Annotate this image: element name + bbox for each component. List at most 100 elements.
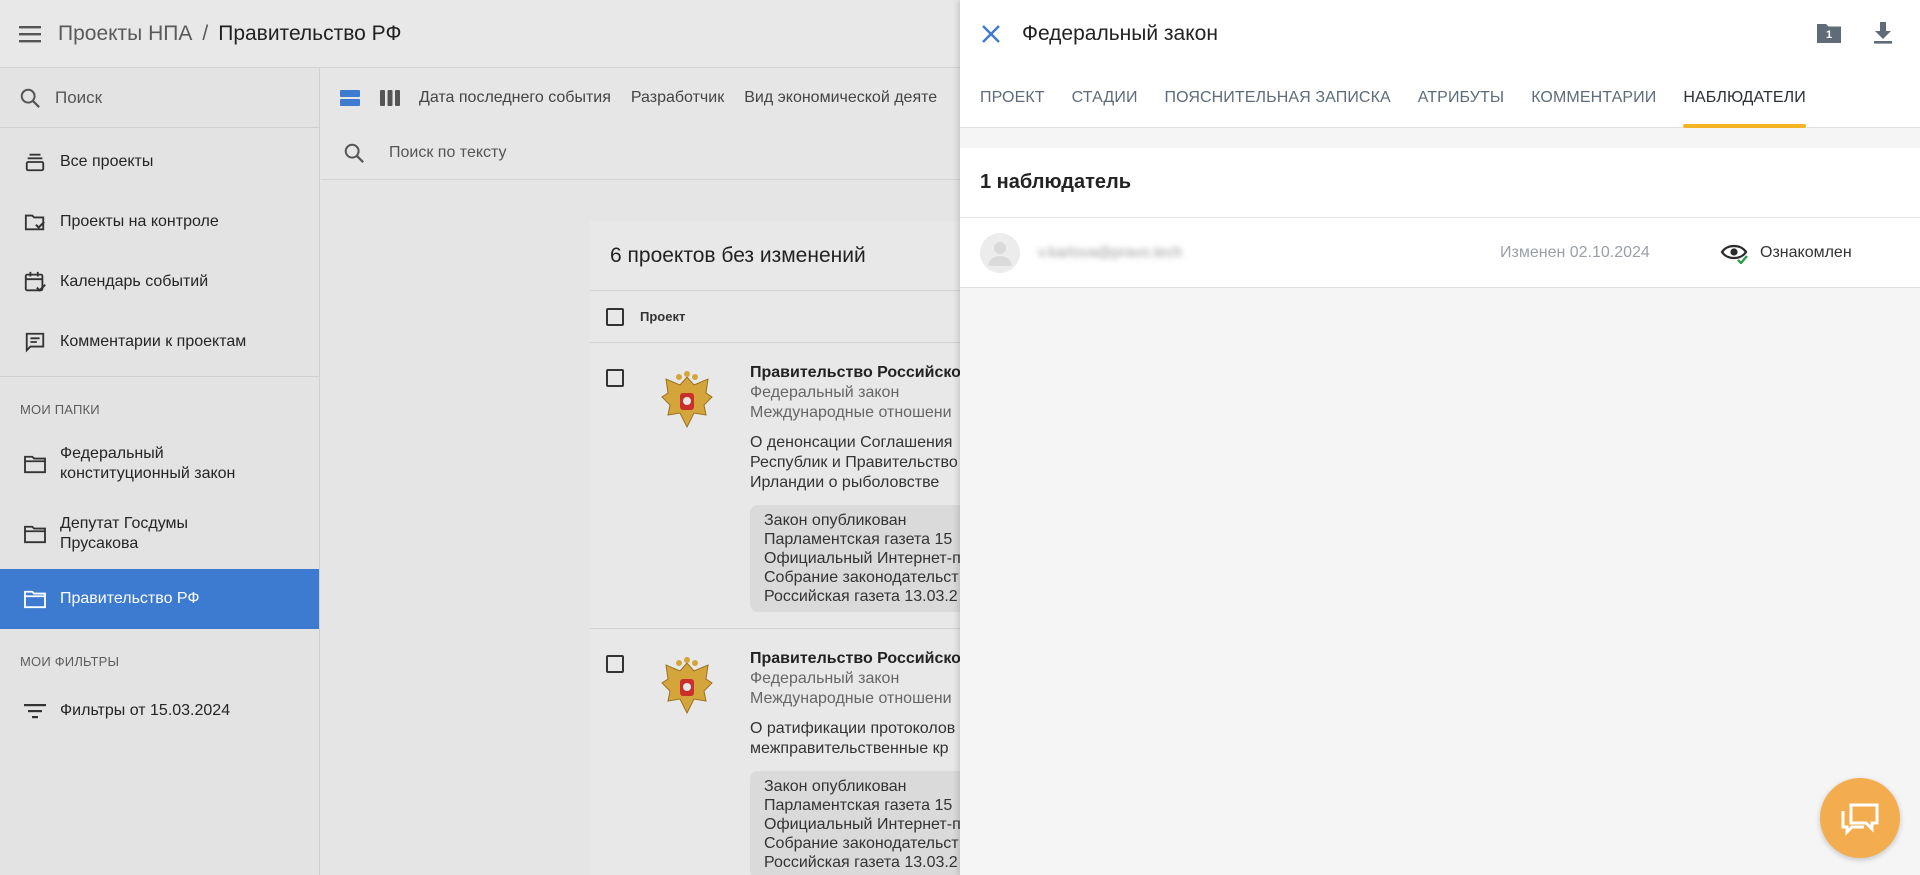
sidebar-item-calendar[interactable]: Календарь событий <box>0 252 319 312</box>
tab-stages[interactable]: СТАДИИ <box>1072 68 1138 128</box>
sidebar-item-label: Все проекты <box>60 153 154 170</box>
sidebar-item-all-projects[interactable]: Все проекты <box>0 132 319 192</box>
sidebar-item-comments[interactable]: Комментарии к проектам <box>0 312 319 372</box>
sidebar-folder-government[interactable]: Правительство РФ <box>0 569 319 629</box>
breadcrumb-current: Правительство РФ <box>218 21 402 45</box>
event-line: Закон опубликован <box>764 778 907 795</box>
event-line: Парламентская газета 15 <box>764 531 953 548</box>
sidebar-item-label: Комментарии к проектам <box>60 333 247 350</box>
description-line: межправительственные кр <box>750 740 949 757</box>
avatar <box>980 232 1020 273</box>
list-heading: 6 проектов без изменений <box>590 221 960 291</box>
select-all-checkbox[interactable] <box>606 307 624 326</box>
breadcrumb-root-link[interactable]: Проекты НПА <box>58 22 192 46</box>
text-search[interactable]: Поиск по тексту <box>321 128 960 178</box>
comment-icon <box>22 329 48 355</box>
text-search-input[interactable]: Поиск по тексту <box>389 144 507 162</box>
sidebar-folder-deputy[interactable]: Депутат Госдумы Прусакова <box>0 499 319 569</box>
filter-economic-activity[interactable]: Вид экономической деяте <box>744 89 937 107</box>
sidebar: Поиск Все проекты Проекты на контроле Ка… <box>0 68 320 875</box>
close-icon[interactable] <box>978 21 1004 47</box>
folders-section-title: МОИ ПАПКИ <box>20 402 100 417</box>
project-detail-panel: Федеральный закон 1 ПРОЕКТ СТАДИИ ПОЯСНИ… <box>960 0 1920 875</box>
download-icon[interactable] <box>1868 18 1898 48</box>
column-project-label: Проект <box>640 309 686 324</box>
filter-icon <box>22 698 48 724</box>
sidebar-folder-fkz[interactable]: Федеральный конституционный закон <box>0 429 319 499</box>
list-view-icon[interactable] <box>339 87 361 109</box>
sidebar-folder-label: Федеральный конституционный закон <box>60 445 236 482</box>
observers-heading: 1 наблюдатель <box>960 148 1920 218</box>
folder-icon <box>22 586 48 612</box>
hamburger-menu-icon[interactable] <box>18 22 42 46</box>
project-checkbox[interactable] <box>606 655 624 673</box>
project-info: Правительство Российской Федеральный зак… <box>750 363 960 612</box>
coat-of-arms-icon <box>661 371 713 429</box>
sidebar-item-label: Проекты на контроле <box>60 213 219 230</box>
event-line: Официальный Интернет-п <box>764 816 960 833</box>
project-events: Закон опубликован Парламентская газета 1… <box>750 505 960 612</box>
sidebar-folder-label: Правительство РФ <box>60 590 200 607</box>
folder-icon <box>22 521 48 547</box>
folder-badge-count: 1 <box>1826 29 1832 41</box>
list-column-header: Проект <box>590 291 960 343</box>
event-line: Закон опубликован <box>764 512 907 529</box>
filter-last-event-date[interactable]: Дата последнего события <box>419 89 611 107</box>
sidebar-item-monitored[interactable]: Проекты на контроле <box>0 192 319 252</box>
project-info: Правительство Российской Федеральный зак… <box>750 649 960 875</box>
project-row[interactable]: Правительство Российской Федеральный зак… <box>590 343 960 629</box>
sidebar-filter-label: Фильтры от 15.03.2024 <box>60 702 231 719</box>
columns-view-icon[interactable] <box>379 87 401 109</box>
observer-email: v.karlova@pravo.tech <box>1038 244 1183 261</box>
panel-title: Федеральный закон <box>1022 22 1218 45</box>
event-line: Российская газета 13.03.2 <box>764 588 958 605</box>
project-type: Федеральный закон <box>750 670 900 687</box>
sidebar-search-input[interactable]: Поиск <box>55 88 102 108</box>
description-line: Республик и Правительство <box>750 454 958 471</box>
project-category: Международные отношени <box>750 404 952 421</box>
breadcrumb: Проекты НПА / Правительство РФ <box>58 22 401 46</box>
tab-attributes[interactable]: АТРИБУТЫ <box>1418 68 1504 128</box>
event-line: Собрание законодательст <box>764 569 959 586</box>
project-events: Закон опубликован Парламентская газета 1… <box>750 771 960 875</box>
observer-changed-date: Изменен 02.10.2024 <box>1500 243 1650 261</box>
panel-tabs: ПРОЕКТ СТАДИИ ПОЯСНИТЕЛЬНАЯ ЗАПИСКА АТРИ… <box>960 68 1920 128</box>
folder-badge-icon[interactable]: 1 <box>1814 18 1844 48</box>
project-checkbox[interactable] <box>606 369 624 387</box>
breadcrumb-separator: / <box>202 21 209 45</box>
coat-of-arms-icon <box>661 657 713 715</box>
tab-explanatory-note[interactable]: ПОЯСНИТЕЛЬНАЯ ЗАПИСКА <box>1165 68 1391 128</box>
search-icon <box>20 88 40 108</box>
chat-button[interactable] <box>1820 778 1900 858</box>
event-line: Парламентская газета 15 <box>764 797 953 814</box>
project-org: Правительство Российской <box>750 364 960 381</box>
sidebar-folder-label: Депутат Госдумы Прусакова <box>60 515 189 552</box>
project-type: Федеральный закон <box>750 384 900 401</box>
chat-icon <box>1841 803 1879 836</box>
tab-observers[interactable]: НАБЛЮДАТЕЛИ <box>1683 68 1806 128</box>
stack-icon <box>22 149 48 175</box>
tab-project[interactable]: ПРОЕКТ <box>980 68 1045 128</box>
event-line: Российская газета 13.03.2 <box>764 854 958 871</box>
sidebar-filter-item[interactable]: Фильтры от 15.03.2024 <box>0 681 319 741</box>
folder-check-icon <box>22 209 48 235</box>
list-toolbar: Дата последнего события Разработчик Вид … <box>321 68 960 180</box>
project-row[interactable]: Правительство Российской Федеральный зак… <box>590 629 960 875</box>
tab-comments[interactable]: КОММЕНТАРИИ <box>1531 68 1656 128</box>
calendar-check-icon <box>22 269 48 295</box>
filter-developer[interactable]: Разработчик <box>631 89 724 107</box>
description-line: О ратификации протоколов <box>750 720 956 737</box>
project-category: Международные отношени <box>750 690 952 707</box>
eye-check-icon <box>1720 244 1748 264</box>
event-line: Собрание законодательст <box>764 835 959 852</box>
sidebar-search[interactable]: Поиск <box>0 68 319 128</box>
app-header: Проекты НПА / Правительство РФ <box>0 0 960 68</box>
folder-icon <box>22 451 48 477</box>
search-icon <box>344 143 364 163</box>
description-line: Ирландии о рыболовстве <box>750 474 940 491</box>
sidebar-item-label: Календарь событий <box>60 273 209 290</box>
filters-section-title: МОИ ФИЛЬТРЫ <box>20 654 120 669</box>
project-description: О денонсации Соглашения Республик и Прав… <box>750 433 960 493</box>
project-list-card: 6 проектов без изменений Проект Правител… <box>590 221 960 875</box>
description-line: О денонсации Соглашения <box>750 434 953 451</box>
